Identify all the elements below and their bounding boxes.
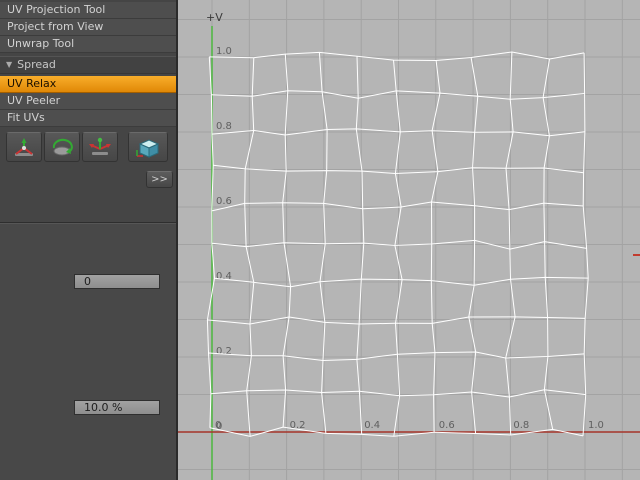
rotate-cylinder-icon [49, 136, 75, 160]
menu-item-uv-projection-tool[interactable]: UV Projection Tool [0, 2, 176, 19]
strength-percent-field[interactable]: 10.0 % [74, 400, 160, 415]
projection-axes-icon [11, 136, 37, 160]
svg-text:0.8: 0.8 [513, 420, 529, 431]
section-header-spread[interactable]: ▼ Spread [0, 56, 176, 74]
tool-icon-row [4, 132, 172, 164]
v-axis-label: +V [206, 11, 223, 24]
tool-item-uv-peeler[interactable]: UV Peeler [0, 93, 176, 110]
tool-item-uv-relax[interactable]: UV Relax [0, 76, 176, 93]
menu-item-unwrap-tool[interactable]: Unwrap Tool [0, 36, 176, 53]
tool-properties-panel: 0 10.0 % [0, 222, 176, 480]
svg-text:1.0: 1.0 [588, 420, 604, 431]
transform-axes-tool-button[interactable] [82, 132, 118, 162]
rotate-cylinder-tool-button[interactable] [44, 132, 80, 162]
iterations-field[interactable]: 0 [74, 274, 160, 289]
expand-button[interactable]: >> [146, 171, 173, 188]
transform-axes-icon [87, 136, 113, 160]
section-label: Spread [17, 58, 56, 71]
uv-box-tool-button[interactable] [128, 132, 168, 162]
svg-text:0.4: 0.4 [364, 420, 380, 431]
tool-item-fit-uvs[interactable]: Fit UVs [0, 110, 176, 127]
svg-text:0.2: 0.2 [216, 346, 232, 357]
uv-editor-window: UV Projection Tool Project from View Unw… [0, 0, 640, 480]
viewport-background [178, 0, 640, 480]
tool-sidebar: UV Projection Tool Project from View Unw… [0, 0, 178, 480]
svg-text:1.0: 1.0 [216, 46, 232, 57]
collapse-triangle-icon: ▼ [6, 60, 12, 69]
uv-box-icon [133, 136, 163, 160]
menu-item-project-from-view[interactable]: Project from View [0, 19, 176, 36]
projection-axes-tool-button[interactable] [6, 132, 42, 162]
svg-text:0.6: 0.6 [216, 196, 232, 207]
svg-text:0.6: 0.6 [439, 420, 455, 431]
svg-text:0.4: 0.4 [216, 271, 232, 282]
uv-viewport[interactable]: 1.00.80.60.40.2000.20.40.60.81.0+V [178, 0, 640, 480]
svg-text:0.8: 0.8 [216, 121, 232, 132]
